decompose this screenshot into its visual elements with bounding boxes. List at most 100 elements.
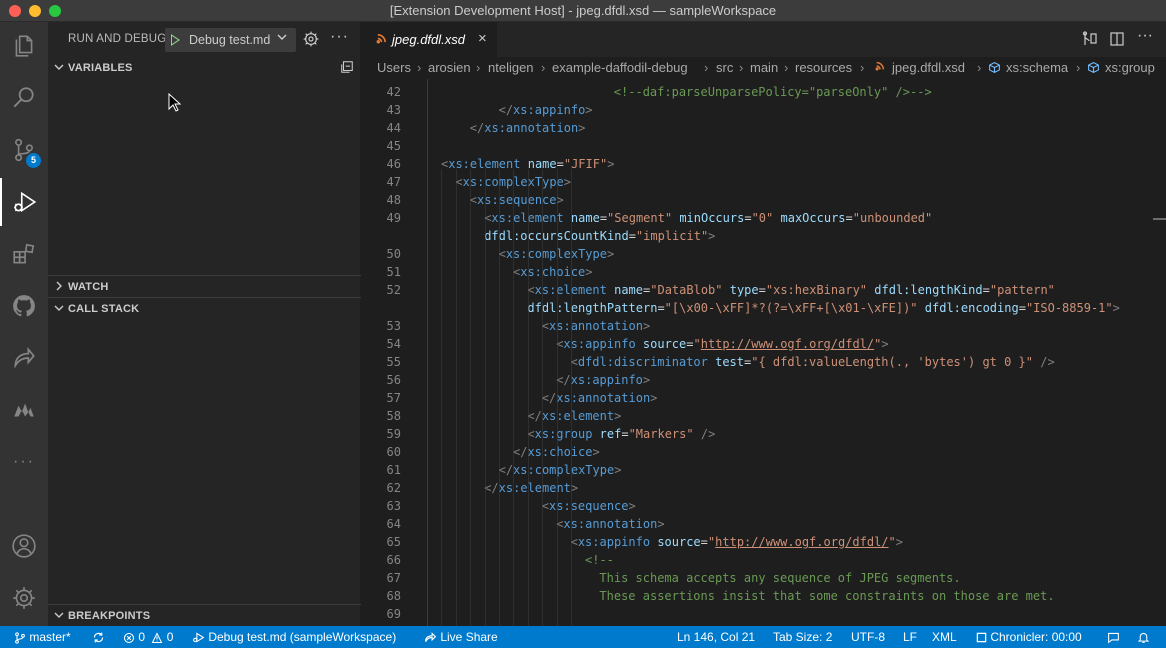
chevron-down-icon — [276, 31, 288, 46]
start-debugging-icon[interactable] — [171, 34, 180, 46]
code-token: "[\x00-\xFF]*?(?=\xFF+[\x01-\xFE])" — [664, 301, 918, 315]
code-line[interactable]: 63 <xs:sequence> — [361, 497, 1166, 515]
daffodil-icon[interactable] — [0, 386, 48, 434]
code-token: > — [585, 103, 593, 117]
run-debug-icon[interactable] — [0, 178, 48, 226]
code-line[interactable]: 54 <xs:appinfo source="http://www.ogf.org… — [361, 335, 1166, 353]
code-line[interactable]: 42 <!--daf:parseUnparsePolicy="parseOnly"… — [361, 83, 1166, 101]
code-line[interactable]: 45 — [361, 137, 1166, 155]
breadcrumb-item[interactable]: nteligen — [488, 60, 534, 75]
breadcrumb-item[interactable]: resources — [795, 60, 852, 75]
extensions-icon[interactable] — [0, 230, 48, 278]
branch-status[interactable]: master* — [14, 630, 71, 644]
notifications-bell-icon[interactable] — [1137, 630, 1150, 644]
github-icon[interactable] — [0, 282, 48, 330]
code-content: <xs:annotation> — [556, 517, 664, 531]
chevron-down-icon — [54, 305, 64, 311]
source-control-icon[interactable]: 5 — [0, 126, 48, 174]
code-line[interactable]: 56 </xs:appinfo> — [361, 371, 1166, 389]
breadcrumb-separator: › — [784, 60, 789, 75]
explorer-icon[interactable] — [0, 22, 48, 70]
code-line[interactable]: 69 — [361, 605, 1166, 623]
code-line[interactable]: 47<xs:complexType> — [361, 173, 1166, 191]
live-share-icon[interactable] — [0, 334, 48, 382]
code-line[interactable]: 59 <xs:group ref="Markers" /> — [361, 425, 1166, 443]
code-token: = — [628, 229, 636, 243]
code-line[interactable]: 51 <xs:choice> — [361, 263, 1166, 281]
indent-guide — [556, 169, 558, 626]
code-line[interactable]: 44 </xs:annotation> — [361, 119, 1166, 137]
tab-size[interactable]: Tab Size: 2 — [773, 630, 832, 644]
code-content: dfdl:occursCountKind="implicit"> — [484, 229, 715, 243]
code-token: http://www.ogf.org/dfdl/ — [715, 535, 889, 549]
encoding[interactable]: UTF-8 — [851, 630, 885, 644]
watch-section-header[interactable]: WATCH — [48, 275, 361, 297]
line-number: 42 — [386, 85, 401, 99]
code-line[interactable]: 66 <!-- — [361, 551, 1166, 569]
live-share-status[interactable]: Live Share — [424, 630, 498, 644]
debug-config-select[interactable]: Debug test.md — [165, 28, 296, 52]
code-line[interactable]: 48 <xs:sequence> — [361, 191, 1166, 209]
split-editor-icon[interactable] — [1109, 31, 1127, 49]
breadcrumb-item[interactable]: example-daffodil-debug — [552, 60, 688, 75]
code-line[interactable]: 64 <xs:annotation> — [361, 515, 1166, 533]
breadcrumb-item[interactable]: main — [750, 60, 778, 75]
collapse-all-icon[interactable] — [340, 60, 354, 74]
more-actions-button[interactable]: ··· — [330, 28, 349, 46]
breadcrumb-item[interactable]: Users — [377, 60, 411, 75]
line-number: 44 — [386, 121, 401, 135]
code-line[interactable]: 62 </xs:element> — [361, 479, 1166, 497]
end-of-line[interactable]: LF — [903, 630, 917, 644]
code-line[interactable]: 50<xs:complexType> — [361, 245, 1166, 263]
code-line[interactable]: 57 </xs:annotation> — [361, 389, 1166, 407]
code-token: = — [556, 157, 564, 171]
code-line[interactable]: 58 </xs:element> — [361, 407, 1166, 425]
feedback-icon[interactable] — [1107, 630, 1120, 644]
branch-name: master* — [29, 630, 71, 644]
debug-status[interactable]: Debug test.md (sampleWorkspace) — [192, 630, 396, 644]
call-stack-section-label: CALL STACK — [68, 303, 140, 315]
code-line[interactable]: dfdl:lengthPattern="[\x00-\xFF]*?(?=\xFF… — [361, 299, 1166, 317]
cursor-position[interactable]: Ln 146, Col 21 — [677, 630, 755, 644]
line-number: 61 — [386, 463, 401, 477]
call-stack-section-header[interactable]: CALL STACK — [48, 297, 361, 319]
breakpoints-section-header[interactable]: BREAKPOINTS — [48, 604, 361, 626]
code-line[interactable]: 52<xs:element name="DataBlob" type="xs:h… — [361, 281, 1166, 299]
editor-more-actions-button[interactable]: ··· — [1137, 27, 1155, 45]
sync-icon[interactable] — [92, 630, 105, 644]
tab-close-icon[interactable]: × — [478, 30, 487, 47]
code-line[interactable]: 67 This schema accepts any sequence of JP… — [361, 569, 1166, 587]
breadcrumb-item[interactable]: jpeg.dfdl.xsd — [892, 60, 965, 75]
breadcrumb-item[interactable]: xs:schema — [1006, 60, 1068, 75]
code-content: <dfdl:discriminator test="{ dfdl:valueLe… — [571, 355, 1055, 369]
code-line[interactable]: 55 <dfdl:discriminator test="{ dfdl:value… — [361, 353, 1166, 371]
more-icon[interactable]: ··· — [0, 438, 48, 486]
breadcrumb-item[interactable]: arosien — [428, 60, 471, 75]
tab-jpeg-dfdl-xsd[interactable]: jpeg.dfdl.xsd × — [361, 22, 497, 57]
code-line[interactable]: 65 <xs:appinfo source="http://www.ogf.org… — [361, 533, 1166, 551]
indent-guide — [499, 169, 500, 626]
open-launch-json-gear-icon[interactable] — [303, 31, 321, 49]
code-line[interactable]: 53 <xs:annotation> — [361, 317, 1166, 335]
code-line[interactable]: dfdl:occursCountKind="implicit"> — [361, 227, 1166, 245]
account-icon[interactable] — [0, 522, 48, 570]
breadcrumb-item[interactable]: src — [716, 60, 733, 75]
variables-section-header[interactable]: VARIABLES — [48, 57, 361, 79]
code-line[interactable]: 43 </xs:appinfo> — [361, 101, 1166, 119]
code-line[interactable]: 68 These assertions insist that some cons… — [361, 587, 1166, 605]
code-token: http://www.ogf.org/dfdl/ — [700, 337, 875, 351]
code-editor[interactable]: 42 <!--daf:parseUnparsePolicy="parseOnly"… — [361, 79, 1166, 626]
language-mode[interactable]: XML — [932, 630, 957, 644]
code-line[interactable]: 60 </xs:choice> — [361, 443, 1166, 461]
problems-status[interactable]: 0 0 — [123, 630, 173, 644]
code-line[interactable]: 49 <xs:element name="Segment" minOccurs="… — [361, 209, 1166, 227]
breadcrumb-item[interactable]: xs:group — [1105, 60, 1155, 75]
chronicler-status[interactable]: Chronicler: 00:00 — [976, 630, 1082, 644]
code-line[interactable]: 61 </xs:complexType> — [361, 461, 1166, 479]
manage-gear-icon[interactable] — [0, 574, 48, 622]
code-token: > — [563, 175, 572, 189]
open-changes-icon[interactable] — [1082, 31, 1100, 49]
code-line[interactable]: 46 <xs:element name="JFIF"> — [361, 155, 1166, 173]
search-icon[interactable] — [0, 74, 48, 122]
